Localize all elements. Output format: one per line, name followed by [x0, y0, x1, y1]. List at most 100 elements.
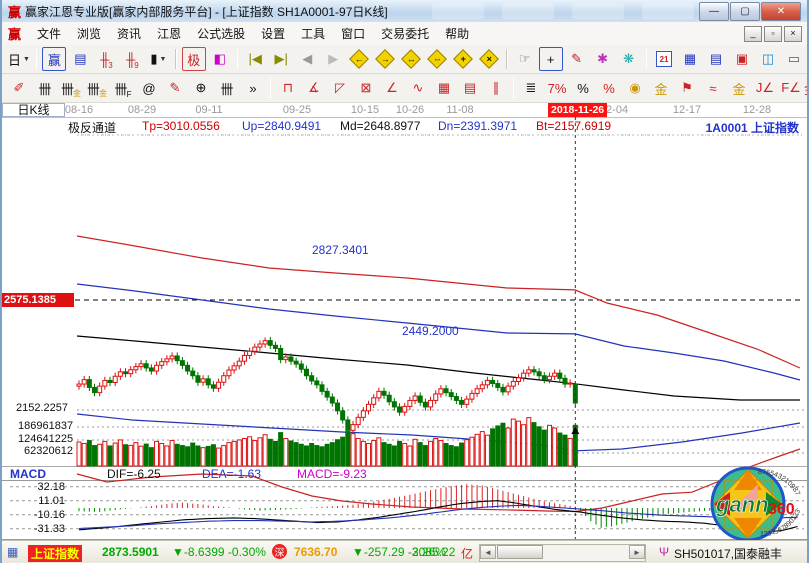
candle [118, 372, 122, 376]
antenna-icon[interactable]: Ψ [659, 545, 669, 559]
prev-bar-tool[interactable]: ◀ [295, 47, 319, 71]
candle-style-tool[interactable]: ▮▼ [146, 47, 170, 71]
trend-angle-tool[interactable]: ∠ [380, 76, 404, 100]
t-square-tool[interactable]: ⊓ [276, 76, 300, 100]
candle [439, 389, 443, 394]
macd-panel-title[interactable]: MACD [10, 467, 46, 481]
mdi-minimize-button[interactable]: _ [744, 26, 762, 42]
quote-grid-icon[interactable]: ▦ [7, 545, 18, 559]
report-tool[interactable]: ▤ [68, 47, 92, 71]
mdi-restore-button[interactable]: ▫ [764, 26, 782, 42]
gann-spiral-tool[interactable]: @ [137, 76, 161, 100]
ai-tool[interactable]: ❋ [617, 47, 641, 71]
gold-tool[interactable]: 金 [727, 76, 751, 100]
tab-daily-kline[interactable]: 日K线 [2, 103, 65, 117]
gann-box-tool[interactable]: ⊠ [354, 76, 378, 100]
parallel-lines-tool[interactable]: ∥ [484, 76, 508, 100]
wave-tool[interactable]: ≈ [701, 76, 725, 100]
volume-bar [242, 438, 246, 466]
prev-bar-tool-icon: ◀ [302, 51, 312, 67]
chart-area[interactable]: 日K线 08-1608-2909-1109-2510-1510-2611-081… [2, 103, 807, 540]
notes-tool[interactable]: ▤ [704, 47, 728, 71]
scroll-right-arrow[interactable]: ► [629, 545, 645, 559]
menu-gann[interactable]: 江恩 [149, 24, 189, 44]
candle [77, 384, 81, 386]
learn-tool[interactable]: ✱ [591, 47, 615, 71]
gann-comb-tool[interactable]: 卌 [215, 76, 239, 100]
volume-bar [403, 443, 407, 466]
menu-formula-picker[interactable]: 公式选股 [189, 24, 253, 44]
zoom-compress-all-tool[interactable]: × [477, 47, 501, 71]
zoom-right-tool[interactable]: → [373, 47, 397, 71]
volume-bar [506, 428, 510, 466]
period-selector[interactable]: 日▼ [7, 47, 31, 71]
gann-fan-box-tool[interactable]: ◸ [328, 76, 352, 100]
menu-file[interactable]: 文件 [29, 24, 69, 44]
zoom-h-compress-tool[interactable]: ⇔ [425, 47, 449, 71]
horizontal-scrollbar[interactable]: ◄ ► [479, 544, 646, 562]
volume-bar [77, 442, 81, 466]
winner-home-tool[interactable]: 赢 [42, 47, 66, 71]
title-bar[interactable]: 赢 赢家江恩专业版[赢家内部服务平台] - [上证指数 SH1A0001-97日… [2, 0, 807, 23]
hand-tool[interactable]: ☞ [513, 47, 537, 71]
zoom-expand-all-tool[interactable]: + [451, 47, 475, 71]
gann-grid-f-tool[interactable]: 卌F [111, 76, 135, 100]
flag-pen-tool[interactable]: ⚑ [675, 76, 699, 100]
pin-help-tool[interactable]: ✎ [565, 47, 589, 71]
gold-circle-tool[interactable]: ◉ [623, 76, 647, 100]
next-bar-tool[interactable]: ▶ [321, 47, 345, 71]
gold-lines-tool[interactable]: 金 [649, 76, 673, 100]
index-name-tag[interactable]: 上证指数 [28, 545, 82, 562]
percent-tool[interactable]: % [571, 76, 595, 100]
volume-profile-tool[interactable]: ◧ [208, 47, 232, 71]
zoom-h-expand-tool[interactable]: ↔ [399, 47, 423, 71]
grid-tool[interactable]: ▦ [432, 76, 456, 100]
more-tools-chevron[interactable]: » [241, 76, 265, 100]
menu-news[interactable]: 资讯 [109, 24, 149, 44]
stats-tool[interactable]: ≣ [519, 76, 543, 100]
time-cycle-tool[interactable]: ⊕ [189, 76, 213, 100]
menu-settings[interactable]: 设置 [253, 24, 293, 44]
calculator-tool[interactable]: ▦ [678, 47, 702, 71]
candle [310, 376, 314, 381]
calendar-tool[interactable]: 21 [652, 47, 676, 71]
extreme-channel-tool[interactable]: 极 [182, 47, 206, 71]
zoom-left-tool[interactable]: ← [347, 47, 371, 71]
last-bar-tool[interactable]: ▶| [269, 47, 293, 71]
menu-window[interactable]: 窗口 [333, 24, 373, 44]
zigzag-tool[interactable]: ∿ [406, 76, 430, 100]
extreme-channel-tool-icon: 极 [187, 50, 200, 69]
gann-fan-tool[interactable]: ∡ [302, 76, 326, 100]
menu-tools[interactable]: 工具 [293, 24, 333, 44]
angle-f-tool[interactable]: F∠ [779, 76, 803, 100]
save-tool[interactable]: ▣ [730, 47, 754, 71]
minimize-button[interactable]: — [699, 2, 729, 21]
maximize-button[interactable]: ▢ [730, 2, 760, 21]
print-tool[interactable]: ▭ [782, 47, 806, 71]
first-bar-tool[interactable]: |◀ [243, 47, 267, 71]
scrollbar-thumb[interactable] [497, 545, 543, 559]
angle-j-tool[interactable]: J∠ [753, 76, 777, 100]
price-floor-label: 2152.2257 [16, 402, 68, 414]
menu-help[interactable]: 帮助 [437, 24, 477, 44]
pattern-3-tool[interactable]: ╫3 [94, 47, 118, 71]
gann-grid-gold2-tool[interactable]: 卌金 [85, 76, 109, 100]
mdi-close-button[interactable]: × [784, 26, 802, 42]
draw-pen-tool[interactable]: ✎ [163, 76, 187, 100]
gann-grid-tool[interactable]: 卌 [33, 76, 57, 100]
percent-7-tool[interactable]: 7% [545, 76, 569, 100]
menu-trade[interactable]: 交易委托 [373, 24, 437, 44]
indicator-name[interactable]: 极反通道 [68, 119, 116, 136]
menu-browse[interactable]: 浏览 [69, 24, 109, 44]
brush-tool[interactable]: ✐ [7, 76, 31, 100]
network-tool[interactable]: ◫ [756, 47, 780, 71]
close-button[interactable]: ✕ [761, 2, 801, 21]
volume-bar [429, 441, 433, 466]
pattern-9-tool[interactable]: ╫9 [120, 47, 144, 71]
percent-lines-tool[interactable]: % [597, 76, 621, 100]
scroll-left-arrow[interactable]: ◄ [480, 545, 496, 559]
gann-grid-gold-tool[interactable]: 卌金 [59, 76, 83, 100]
angle-gold-tool[interactable]: 金∠ [805, 76, 809, 100]
crosshair-tool[interactable]: + [539, 47, 563, 71]
grid-dense-tool[interactable]: ▤ [458, 76, 482, 100]
